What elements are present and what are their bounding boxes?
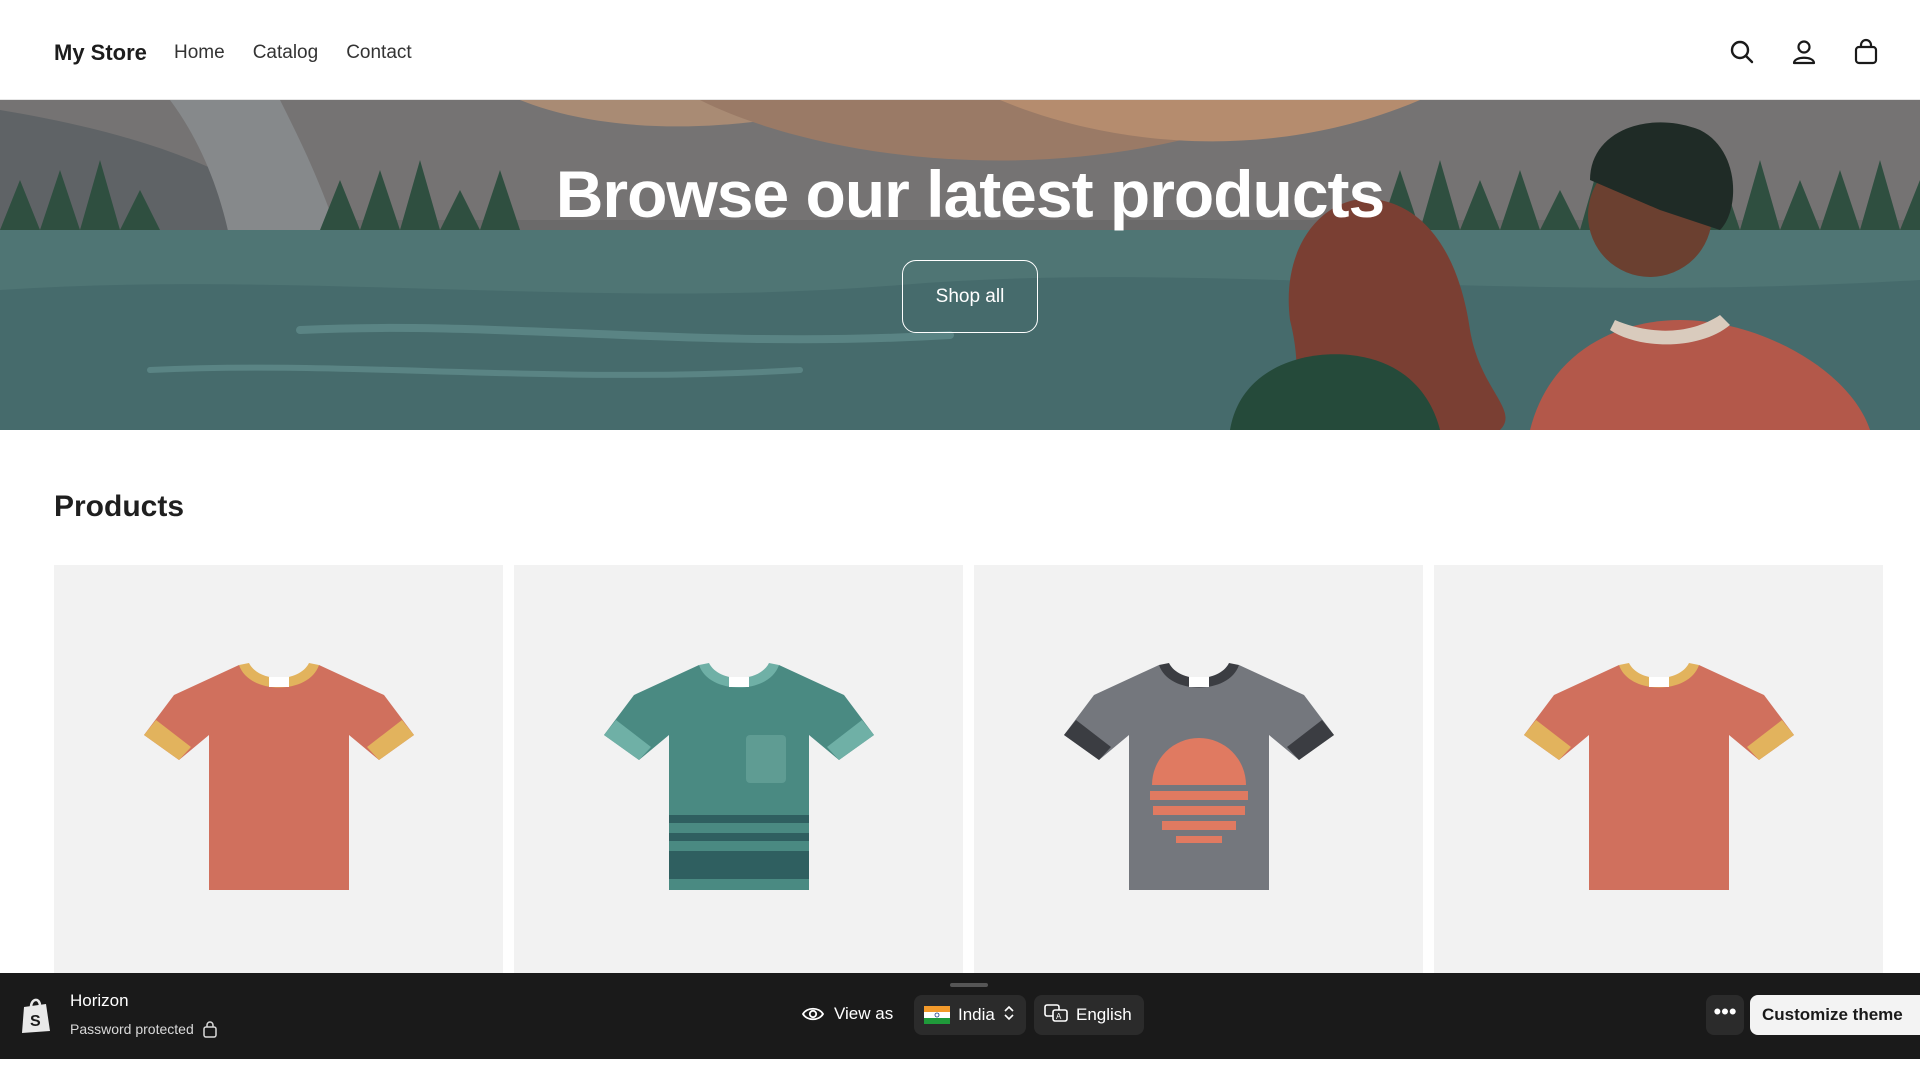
india-flag-icon — [924, 1006, 950, 1024]
svg-text:A: A — [1056, 1012, 1062, 1021]
site-header: My Store Home Catalog Contact — [0, 0, 1920, 100]
customize-theme-button[interactable]: Customize theme — [1750, 995, 1920, 1035]
page-bottom-area — [0, 1059, 1920, 1080]
svg-text:S: S — [30, 1013, 41, 1030]
cart-icon[interactable] — [1852, 38, 1880, 66]
nav-catalog[interactable]: Catalog — [253, 42, 319, 64]
shopify-bag-icon: S — [20, 995, 52, 1035]
eye-icon — [801, 1003, 825, 1025]
password-status: Password protected — [70, 1020, 218, 1038]
gray-sunset-tshirt-image — [1064, 663, 1334, 890]
hero-banner: Browse our latest products Shop all — [0, 100, 1920, 430]
chevron-updown-icon — [1003, 1004, 1015, 1027]
products-heading: Products — [54, 490, 185, 523]
view-as: View as — [801, 1003, 894, 1025]
account-icon[interactable] — [1790, 38, 1818, 66]
product-card-4[interactable] — [1434, 565, 1883, 985]
product-card-1[interactable] — [54, 565, 503, 985]
lock-icon — [202, 1020, 218, 1038]
more-options-button[interactable]: ••• — [1706, 995, 1744, 1035]
theme-name: Horizon — [70, 991, 129, 1010]
teal-striped-tshirt-image — [604, 663, 874, 890]
product-grid — [54, 565, 1886, 985]
view-as-label: View as — [834, 1004, 894, 1023]
hero-title: Browse our latest products — [555, 157, 1386, 231]
nav-home[interactable]: Home — [174, 42, 225, 64]
header-actions — [1728, 38, 1880, 66]
orange-tshirt-image — [144, 663, 414, 890]
shop-all-button[interactable]: Shop all — [902, 260, 1038, 333]
country-label: India — [958, 1005, 995, 1024]
main-nav: Home Catalog Contact — [174, 42, 412, 64]
product-card-2[interactable] — [514, 565, 963, 985]
drag-handle[interactable] — [950, 983, 988, 987]
search-icon[interactable] — [1728, 38, 1756, 66]
theme-preview-bar: S Horizon Password protected View as Ind… — [0, 973, 1920, 1059]
country-selector[interactable]: India — [914, 995, 1026, 1035]
nav-contact[interactable]: Contact — [346, 42, 411, 64]
language-label: English — [1076, 1005, 1132, 1024]
translate-icon: A — [1044, 1003, 1068, 1028]
password-status-text: Password protected — [70, 1021, 194, 1037]
language-selector[interactable]: A English — [1034, 995, 1144, 1035]
orange-tshirt-image — [1524, 663, 1794, 890]
product-card-3[interactable] — [974, 565, 1423, 985]
store-logo[interactable]: My Store — [54, 40, 147, 66]
